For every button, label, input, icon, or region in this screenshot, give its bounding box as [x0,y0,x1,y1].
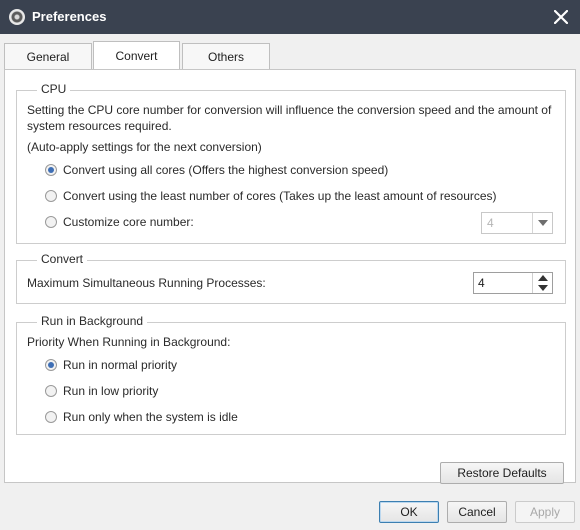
tab-others[interactable]: Others [182,43,270,70]
tab-label: Others [207,50,244,64]
max-processes-label: Maximum Simultaneous Running Processes: [27,276,266,290]
radio-indicator [45,164,57,176]
convert-group-title: Convert [37,252,88,266]
cpu-group: CPU Setting the CPU core number for conv… [16,82,566,244]
stepper-buttons [532,273,552,293]
radio-label: Run in normal priority [63,358,178,372]
cpu-description-line1: Setting the CPU core number for conversi… [27,103,552,117]
radio-indicator [45,190,57,202]
apply-button[interactable]: Apply [515,501,575,523]
core-number-value: 4 [487,216,494,230]
convert-tab-panel: CPU Setting the CPU core number for conv… [4,69,576,483]
radio-label: Customize core number: [63,215,194,229]
radio-indicator [45,359,57,371]
chevron-down-icon [532,213,552,233]
window-title: Preferences [32,9,107,24]
auto-apply-note: (Auto-apply settings for the next conver… [27,140,262,154]
title-bar: Preferences [0,0,580,34]
background-group-title: Run in Background [37,314,148,328]
tab-label: Convert [115,49,158,63]
priority-label: Priority When Running in Background: [27,335,231,349]
radio-indicator [45,216,57,228]
increment-icon[interactable] [533,273,553,283]
radio-label: Run in low priority [63,384,159,398]
app-icon [9,9,25,25]
tab-label: General [26,50,70,64]
close-button[interactable] [546,3,576,31]
window-body: General Convert Others CPU Setting the C… [0,34,580,530]
ok-button[interactable]: OK [379,501,439,523]
core-number-select[interactable]: 4 [481,212,553,234]
convert-group: Convert Maximum Simultaneous Running Pro… [16,252,566,304]
cpu-description-line2: system resources required. [27,119,172,133]
radio-label: Convert using all cores (Offers the high… [63,163,389,177]
max-processes-value: 4 [478,276,485,290]
cpu-group-title: CPU [37,82,71,96]
radio-indicator [45,411,57,423]
cancel-button[interactable]: Cancel [447,501,507,523]
tab-general[interactable]: General [4,43,92,70]
close-icon [554,10,568,24]
tab-convert[interactable]: Convert [93,41,180,71]
max-processes-stepper[interactable]: 4 [473,272,553,294]
radio-indicator [45,385,57,397]
background-group: Run in Background Priority When Running … [16,314,566,435]
restore-defaults-button[interactable]: Restore Defaults [440,462,564,484]
radio-label: Convert using the least number of cores … [63,189,497,203]
radio-label: Run only when the system is idle [63,410,238,424]
decrement-icon[interactable] [533,283,553,293]
